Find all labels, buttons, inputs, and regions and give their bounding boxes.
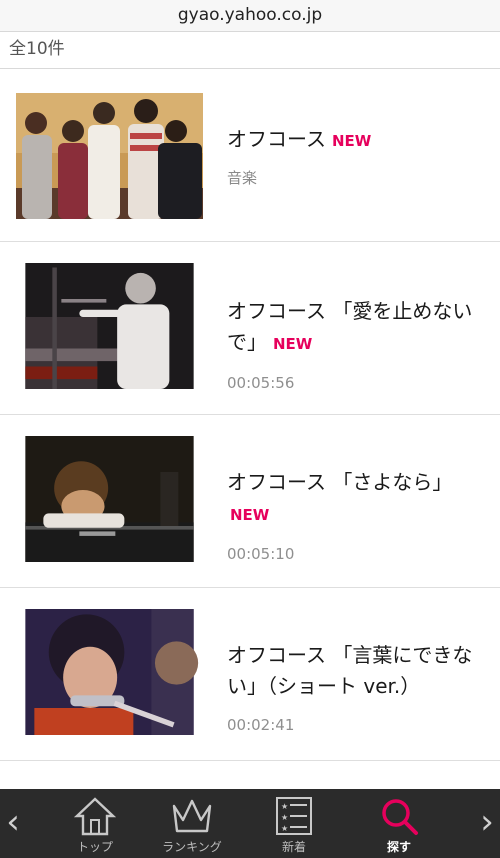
piano-singer-thumbnail — [25, 436, 194, 562]
svg-text:★: ★ — [281, 824, 288, 833]
video-category: 音楽 — [227, 169, 258, 187]
new-badge: NEW — [273, 335, 313, 353]
video-list: オフコース NEW 音楽 オフコース 「愛を止めないで」 NEW 00:05:56 — [0, 69, 500, 801]
list-item[interactable]: オフコース NEW 音楽 — [0, 69, 500, 242]
concert-keyboard-thumbnail — [25, 263, 194, 389]
tab-label: ランキング — [162, 840, 222, 854]
video-thumbnail[interactable] — [16, 436, 203, 562]
tab-new[interactable]: ★ ★ ★ 新着 — [249, 789, 339, 858]
result-count: 全10件 — [0, 32, 500, 69]
video-duration: 00:05:56 — [227, 374, 295, 392]
video-info: オフコース 「愛を止めないで」 NEW 00:05:56 — [227, 296, 489, 392]
video-info: オフコース NEW 音楽 — [227, 124, 489, 188]
home-icon — [74, 797, 116, 836]
list-icon: ★ ★ ★ — [276, 797, 312, 835]
prev-arrow-icon[interactable]: ‹ — [0, 789, 26, 858]
harmonica-singer-thumbnail — [25, 609, 199, 735]
tab-ranking[interactable]: ランキング — [147, 789, 237, 858]
svg-text:★: ★ — [281, 802, 288, 811]
list-item[interactable]: オフコース 「言葉にできない」（ショート ver.） 00:02:41 — [0, 588, 500, 761]
video-title[interactable]: オフコース NEW — [227, 124, 489, 157]
video-thumbnail[interactable] — [16, 609, 203, 735]
tab-label: 新着 — [281, 840, 306, 854]
list-item[interactable]: オフコース 「愛を止めないで」 NEW 00:05:56 — [0, 242, 500, 415]
svg-text:★: ★ — [281, 813, 288, 822]
video-duration: 00:05:10 — [227, 545, 295, 563]
bottom-tab-bar: ‹ トップ ランキング ★ ★ ★ 新着 探す › — [0, 789, 500, 858]
url-text: gyao.yahoo.co.jp — [177, 5, 323, 25]
video-info: オフコース 「言葉にできない」（ショート ver.） 00:02:41 — [227, 640, 489, 734]
new-badge: NEW — [332, 132, 372, 150]
tab-label: 探す — [386, 840, 411, 854]
video-title[interactable]: オフコース 「さよなら」 NEW — [227, 467, 489, 531]
video-title[interactable]: オフコース 「愛を止めないで」 NEW — [227, 296, 489, 360]
crown-icon — [172, 799, 212, 833]
video-thumbnail[interactable] — [16, 93, 203, 219]
video-info: オフコース 「さよなら」 NEW 00:05:10 — [227, 467, 489, 563]
url-bar[interactable]: gyao.yahoo.co.jp — [0, 0, 500, 32]
list-item[interactable]: オフコース 「さよなら」 NEW 00:05:10 — [0, 415, 500, 588]
video-duration: 00:02:41 — [227, 716, 295, 734]
search-icon — [382, 799, 418, 835]
band-photo-thumbnail — [16, 93, 203, 219]
new-badge: NEW — [230, 506, 270, 524]
tab-search[interactable]: 探す — [354, 789, 444, 858]
tab-label: トップ — [76, 840, 113, 854]
video-title[interactable]: オフコース 「言葉にできない」（ショート ver.） — [227, 640, 489, 702]
next-arrow-icon[interactable]: › — [474, 789, 500, 858]
video-thumbnail[interactable] — [16, 263, 203, 389]
tab-top[interactable]: トップ — [50, 789, 140, 858]
